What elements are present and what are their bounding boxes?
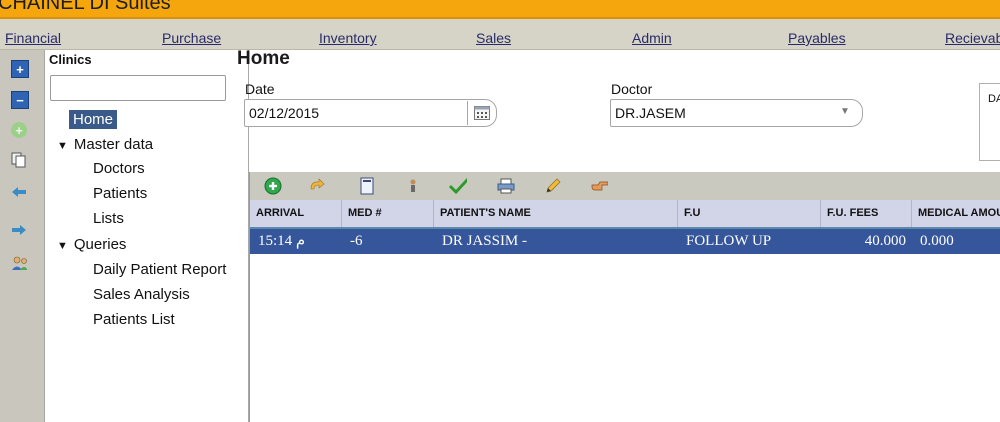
calendar-icon	[474, 106, 490, 120]
tree-item-patients[interactable]: Patients	[93, 185, 147, 202]
navigation-tree: Clinics Home ▼ Master data Doctors Patien…	[45, 50, 249, 422]
date-value: 02/12/2015	[249, 105, 320, 121]
cell-med-number: -6	[350, 233, 363, 249]
tree-group-queries[interactable]: ▼ Queries	[57, 236, 126, 253]
menu-purchase[interactable]: Purchase	[162, 30, 221, 46]
page-title: Home	[237, 48, 290, 69]
column-header-fu[interactable]: F.U	[678, 200, 821, 227]
right-panel-label: DA	[988, 93, 1000, 105]
tree-group-label: Queries	[73, 236, 127, 253]
doctor-label: Doctor	[611, 81, 653, 97]
expand-plus-icon[interactable]: +	[11, 60, 29, 78]
cell-fu-fees: 40.000	[864, 233, 906, 249]
add-icon[interactable]	[264, 177, 282, 195]
calendar-button[interactable]	[467, 101, 496, 125]
column-header-arrival[interactable]: ARRIVAL	[250, 200, 342, 227]
icon-strip: + − +	[0, 50, 45, 422]
print-icon[interactable]	[497, 177, 515, 195]
tree-item-daily-patient-report[interactable]: Daily Patient Report	[93, 261, 226, 278]
cell-fu: FOLLOW UP	[686, 233, 772, 249]
tree-item-sales-analysis[interactable]: Sales Analysis	[93, 286, 190, 303]
cell-medical-amount: 0.000	[920, 233, 954, 249]
expand-triangle-icon: ▼	[57, 240, 68, 252]
date-field[interactable]: 02/12/2015	[244, 99, 497, 127]
title-bar: CHAINEL DI Suites	[0, 0, 1000, 19]
column-header-fu-fees[interactable]: F.U. FEES	[821, 200, 912, 227]
appointments-grid: ARRIVAL MED # PATIENT'S NAME F.U F.U. FE…	[249, 172, 1000, 422]
menu-payables[interactable]: Payables	[788, 30, 846, 46]
grid-toolbar	[250, 172, 1000, 200]
pointing-hand-icon[interactable]	[590, 177, 608, 195]
expand-triangle-icon: ▼	[57, 140, 68, 152]
tree-item-doctors[interactable]: Doctors	[93, 160, 145, 177]
column-header-medical-amount[interactable]: MEDICAL AMOUNT	[912, 200, 1000, 227]
back-arrow-icon[interactable]	[11, 184, 27, 200]
doctor-select[interactable]: DR.JASEM ▼	[610, 99, 863, 127]
forward-arrow-icon[interactable]	[11, 222, 27, 238]
person-icon[interactable]	[404, 177, 422, 195]
column-header-med[interactable]: MED #	[342, 200, 434, 227]
menu-admin[interactable]: Admin	[632, 30, 672, 46]
date-label: Date	[245, 81, 275, 97]
cell-arrival: 15:14 م	[258, 233, 306, 249]
column-header-patient-name[interactable]: PATIENT'S NAME	[434, 200, 678, 227]
table-row[interactable]: 15:14 م -6 DR JASSIM - FOLLOW UP 40.000 …	[250, 229, 1000, 254]
edit-pencil-icon[interactable]	[544, 177, 562, 195]
menu-sales[interactable]: Sales	[476, 30, 511, 46]
tree-group-master-data[interactable]: ▼ Master data	[57, 136, 153, 153]
menu-financial[interactable]: Financial	[5, 30, 61, 46]
tree-item-patients-list[interactable]: Patients List	[93, 311, 175, 328]
tree-group-label: Master data	[73, 136, 154, 153]
cell-patient-name: DR JASSIM -	[442, 233, 528, 249]
document-icon[interactable]	[358, 177, 376, 195]
grid-header: ARRIVAL MED # PATIENT'S NAME F.U F.U. FE…	[250, 200, 1000, 229]
add-disabled-icon[interactable]: +	[11, 122, 27, 138]
doctor-value: DR.JASEM	[615, 105, 686, 121]
tree-search-input[interactable]	[50, 75, 226, 101]
menu-recievables[interactable]: Recievables	[945, 30, 1000, 46]
right-panel: DA	[979, 83, 1000, 161]
tree-item-lists[interactable]: Lists	[93, 210, 124, 227]
chevron-down-icon: ▼	[840, 106, 850, 117]
app-title: CHAINEL DI Suites	[0, 0, 171, 14]
users-icon[interactable]	[11, 255, 27, 271]
copy-icon[interactable]	[11, 152, 27, 168]
check-icon[interactable]	[449, 177, 467, 195]
collapse-minus-icon[interactable]: −	[11, 91, 29, 109]
tree-item-home[interactable]: Home	[69, 110, 118, 129]
menu-bar: Financial Purchase Inventory Sales Admin…	[0, 19, 1000, 50]
undo-icon[interactable]	[308, 177, 326, 195]
tree-header: Clinics	[49, 52, 92, 67]
menu-inventory[interactable]: Inventory	[319, 30, 377, 46]
